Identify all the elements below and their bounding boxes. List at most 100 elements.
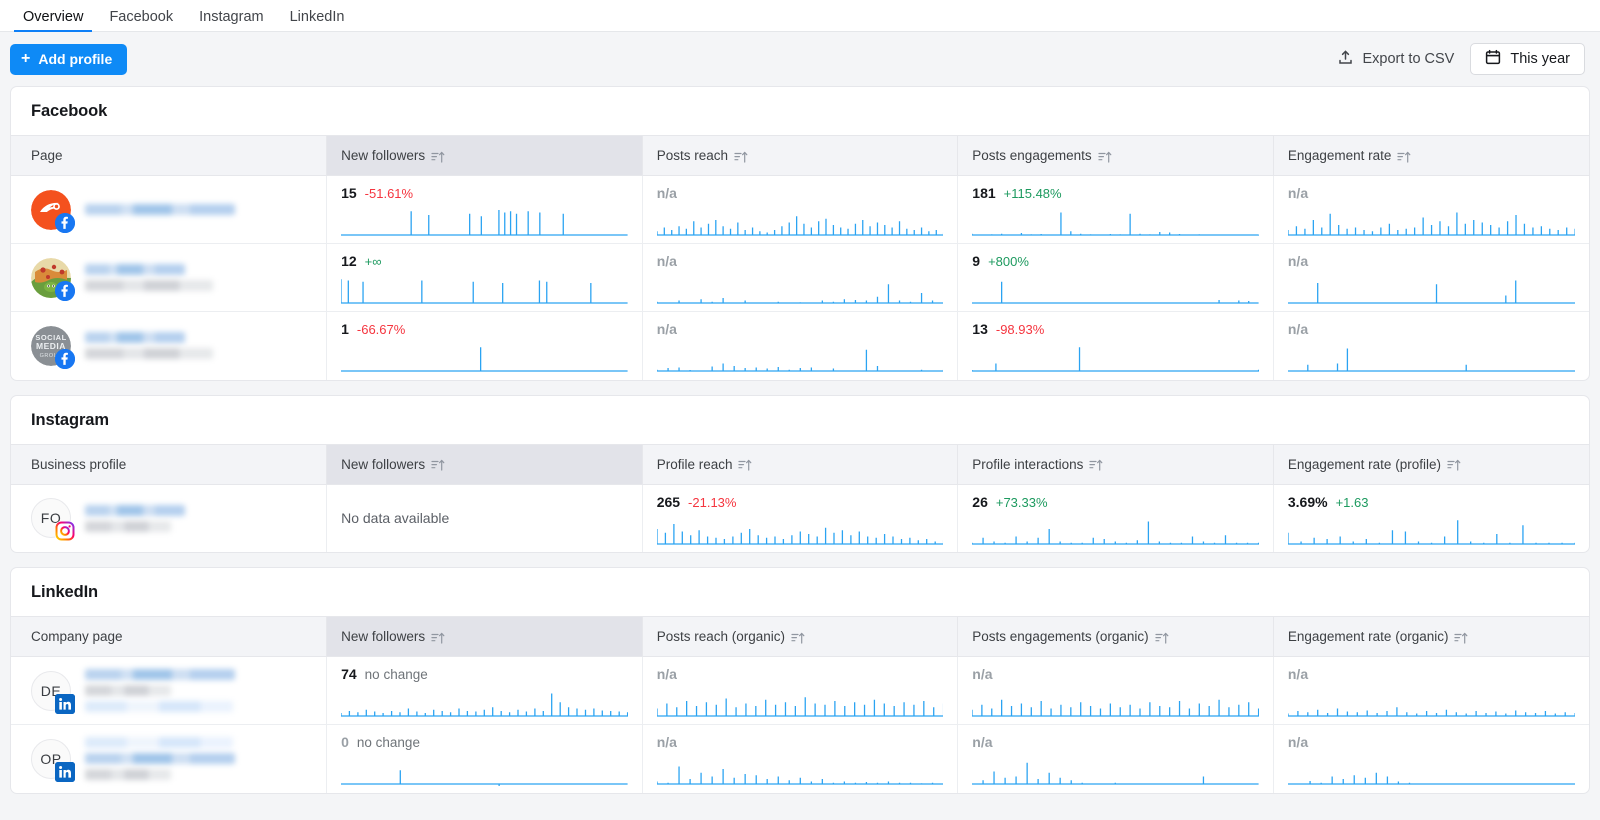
- metric-values: 265 -21.13%: [657, 495, 944, 512]
- column-header-label: Posts reach: [657, 148, 728, 163]
- action-toolbar: + Add profile Export to CSV This year: [0, 32, 1600, 86]
- profile-cell[interactable]: DE: [11, 657, 327, 725]
- export-label: Export to CSV: [1362, 51, 1454, 67]
- profile-cell[interactable]: [11, 176, 327, 244]
- column-header-posts-engagements[interactable]: Posts engagements: [958, 136, 1274, 176]
- avatar: [31, 190, 71, 230]
- profile-cell[interactable]: FO: [11, 484, 327, 552]
- metric-value: 3.69%: [1288, 495, 1328, 510]
- metric-value: 13: [972, 322, 988, 337]
- sparkline-chart: [1288, 516, 1575, 546]
- profile[interactable]: [31, 258, 312, 298]
- tab-overview[interactable]: Overview: [10, 10, 96, 32]
- sort-icon[interactable]: [1155, 631, 1169, 645]
- metric-delta: +800%: [988, 255, 1029, 269]
- column-header-posts-engagements-organic[interactable]: Posts engagements (organic): [958, 617, 1274, 657]
- tab-linkedin[interactable]: LinkedIn: [277, 10, 358, 32]
- linkedin-badge: [55, 694, 75, 714]
- profile[interactable]: OP: [31, 737, 312, 780]
- metric-values: 1-66.67%: [341, 322, 628, 339]
- metric-cell: n/a: [642, 725, 958, 793]
- column-header-company-page: Company page: [11, 617, 327, 657]
- table-row[interactable]: 15-51.61%n/a181+115.48%n/a: [11, 176, 1589, 244]
- column-header-profile-interactions[interactable]: Profile interactions: [958, 444, 1274, 484]
- tab-instagram[interactable]: Instagram: [186, 10, 276, 32]
- sparkline-chart: [657, 688, 944, 718]
- table-row[interactable]: SOCIALMEDIAGROUP1-66.67%n/a13-98.93%n/a: [11, 312, 1589, 380]
- profile-name: [85, 204, 235, 215]
- sparkline-chart: [341, 756, 628, 786]
- column-header-label: Posts engagements: [972, 148, 1091, 163]
- profile-cell[interactable]: [11, 244, 327, 312]
- metric-cell: 74no change: [327, 657, 643, 725]
- column-header-label: Business profile: [31, 457, 126, 472]
- metric: n/a: [1288, 176, 1575, 243]
- column-header-engagement-rate-organic[interactable]: Engagement rate (organic): [1273, 617, 1589, 657]
- column-header-posts-reach[interactable]: Posts reach: [642, 136, 958, 176]
- profile-name-redacted: [85, 348, 213, 359]
- metrics-table: Business profile New followersProfile rea…: [11, 444, 1589, 553]
- column-header-new-followers[interactable]: New followers: [327, 136, 643, 176]
- column-header-business-profile: Business profile: [11, 444, 327, 484]
- metric-values: 12+∞: [341, 254, 628, 271]
- metric-values: 181+115.48%: [972, 186, 1259, 203]
- metric-value: n/a: [657, 322, 677, 337]
- add-profile-button[interactable]: + Add profile: [10, 44, 127, 75]
- tab-facebook[interactable]: Facebook: [96, 10, 186, 32]
- profile-cell[interactable]: SOCIALMEDIAGROUP: [11, 312, 327, 380]
- sort-icon[interactable]: [1454, 631, 1468, 645]
- profile-cell[interactable]: OP: [11, 725, 327, 793]
- metric-values: n/a: [657, 667, 944, 684]
- sort-icon[interactable]: [738, 458, 752, 472]
- table-row[interactable]: DE74no changen/an/an/a: [11, 657, 1589, 725]
- column-header-new-followers[interactable]: New followers: [327, 444, 643, 484]
- metrics-table: PageNew followersPosts reachPosts engage…: [11, 135, 1589, 380]
- metric: n/a: [972, 725, 1259, 793]
- table-row[interactable]: 12+∞n/a9+800%n/a: [11, 244, 1589, 312]
- metric-values: 9+800%: [972, 254, 1259, 271]
- metric-delta: +∞: [365, 255, 382, 269]
- sort-icon[interactable]: [734, 150, 748, 164]
- sort-icon[interactable]: [1447, 458, 1461, 472]
- profile[interactable]: DE: [31, 669, 312, 712]
- table-row[interactable]: OP0no changen/an/an/a: [11, 725, 1589, 793]
- metric-value: n/a: [1288, 186, 1308, 201]
- profile[interactable]: FO: [31, 498, 312, 538]
- metric-value: 181: [972, 186, 995, 201]
- column-header-new-followers[interactable]: New followers: [327, 617, 643, 657]
- metric-cell: 26+73.33%: [958, 484, 1274, 552]
- sort-icon[interactable]: [1397, 150, 1411, 164]
- column-header-label: Engagement rate (organic): [1288, 629, 1449, 644]
- sort-icon[interactable]: [431, 458, 445, 472]
- metric-cell: n/a: [1273, 244, 1589, 312]
- metric-cell: No data available: [327, 484, 643, 552]
- column-header-label: Engagement rate: [1288, 148, 1392, 163]
- metric-delta: -51.61%: [365, 187, 413, 201]
- table-row[interactable]: FO No data available 265 -21.13% 26+73.33% 3.…: [11, 484, 1589, 552]
- sparkline-chart: [972, 688, 1259, 718]
- column-header-label: Engagement rate (profile): [1288, 457, 1441, 472]
- metric-value: 265: [657, 495, 680, 510]
- metric-cell: 15-51.61%: [327, 176, 643, 244]
- profile[interactable]: SOCIALMEDIAGROUP: [31, 326, 312, 366]
- profile-name: [85, 332, 213, 359]
- date-range-button[interactable]: This year: [1470, 43, 1585, 75]
- sort-icon[interactable]: [1098, 150, 1112, 164]
- sort-icon[interactable]: [1089, 458, 1103, 472]
- metric-values: n/a: [1288, 186, 1575, 203]
- export-to-csv-button[interactable]: Export to CSV: [1337, 49, 1454, 70]
- column-header-posts-reach-organic[interactable]: Posts reach (organic): [642, 617, 958, 657]
- sort-icon[interactable]: [431, 631, 445, 645]
- sort-icon[interactable]: [791, 631, 805, 645]
- profile-name-redacted: [85, 332, 185, 343]
- sparkline-chart: [341, 275, 628, 305]
- column-header-engagement-rate-profile[interactable]: Engagement rate (profile): [1273, 444, 1589, 484]
- metric-values: 0no change: [341, 735, 628, 752]
- metric: 181+115.48%: [972, 176, 1259, 243]
- column-header-engagement-rate[interactable]: Engagement rate: [1273, 136, 1589, 176]
- metric-values: n/a: [972, 735, 1259, 752]
- column-header-profile-reach[interactable]: Profile reach: [642, 444, 958, 484]
- profile[interactable]: [31, 190, 312, 230]
- metric-delta: -21.13%: [688, 496, 736, 510]
- sort-icon[interactable]: [431, 150, 445, 164]
